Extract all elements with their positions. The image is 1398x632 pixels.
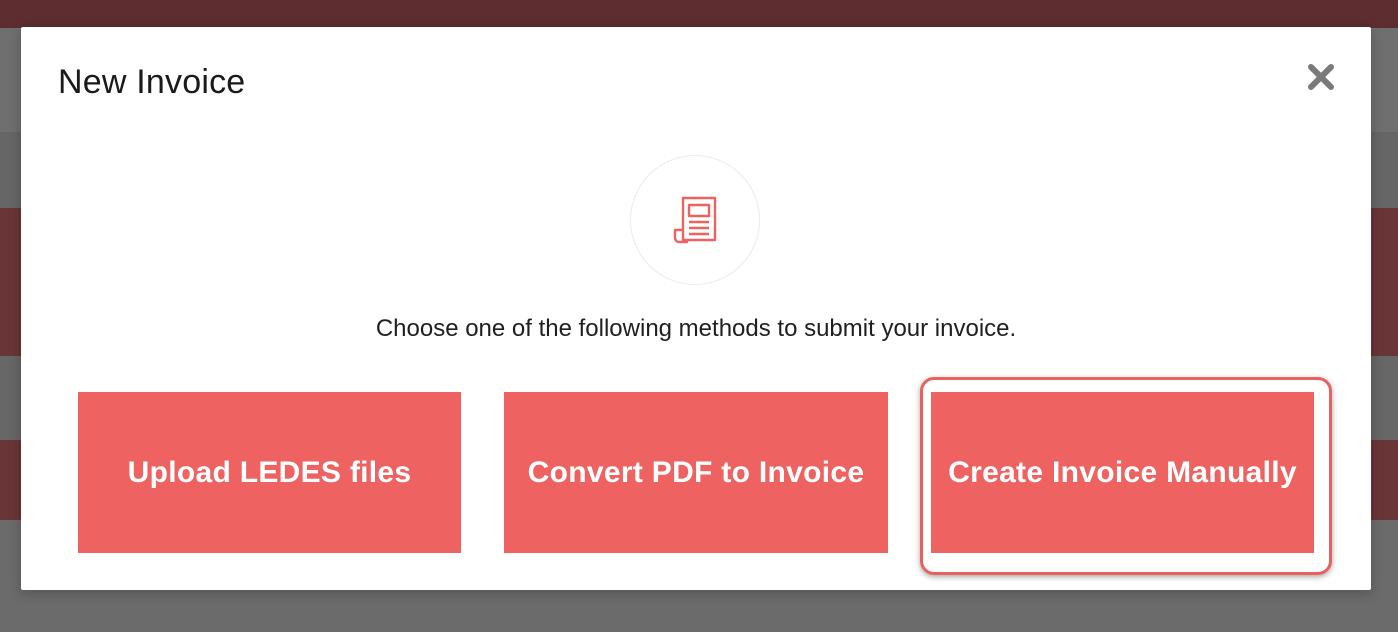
close-button[interactable]	[1303, 59, 1339, 95]
close-icon	[1308, 64, 1334, 90]
modal-title: New Invoice	[58, 63, 246, 101]
create-manually-button[interactable]: Create Invoice Manually	[931, 392, 1314, 553]
invoice-icon-badge	[630, 155, 760, 285]
upload-ledes-button[interactable]: Upload LEDES files	[78, 392, 461, 553]
convert-pdf-button[interactable]: Convert PDF to Invoice	[504, 392, 888, 553]
invoice-document-icon	[673, 196, 717, 244]
new-invoice-modal: New Invoice Choose one of the following …	[21, 27, 1371, 590]
instruction-text: Choose one of the following methods to s…	[375, 315, 1017, 342]
background-header-bar	[0, 0, 1398, 28]
